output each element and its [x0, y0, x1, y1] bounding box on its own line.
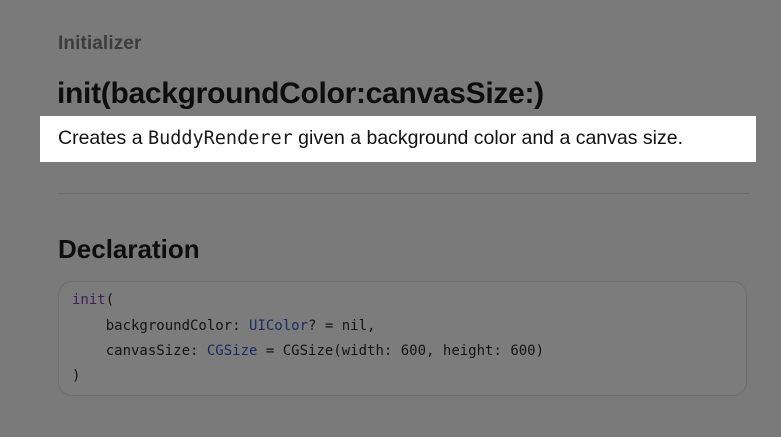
code-line-1: init(: [72, 292, 114, 308]
declaration-code-block: [58, 281, 747, 396]
abstract-text: Creates a BuddyRenderer given a backgrou…: [58, 127, 683, 150]
abstract-prefix: Creates a: [58, 127, 148, 149]
code-line-2: backgroundColor: UIColor? = nil,: [72, 318, 376, 334]
documentation-page: Initializer init(backgroundColor:canvasS…: [0, 0, 781, 437]
declaration-heading: Declaration: [58, 234, 200, 264]
abstract-suffix: given a background color and a canvas si…: [292, 127, 684, 149]
code-type-uicolor[interactable]: UIColor: [249, 318, 308, 334]
section-divider: [58, 193, 749, 194]
page-title: init(backgroundColor:canvasSize:): [57, 77, 544, 110]
code-default-value: = CGSize(width: 600, height: 600): [257, 343, 545, 359]
code-keyword-init: init: [72, 292, 106, 308]
code-type-cgsize[interactable]: CGSize: [207, 343, 258, 359]
code-line-4: ): [72, 368, 80, 384]
code-line-3: canvasSize: CGSize = CGSize(width: 600, …: [72, 343, 544, 359]
code-punct: (: [105, 292, 115, 308]
code-param-label: canvasSize:: [105, 343, 207, 359]
symbol-kind-eyebrow: Initializer: [58, 33, 142, 54]
abstract-code-symbol: BuddyRenderer: [147, 128, 293, 149]
code-default-value: ? = nil,: [308, 318, 376, 334]
code-param-label: backgroundColor:: [105, 318, 250, 334]
code-punct: ): [72, 368, 81, 384]
